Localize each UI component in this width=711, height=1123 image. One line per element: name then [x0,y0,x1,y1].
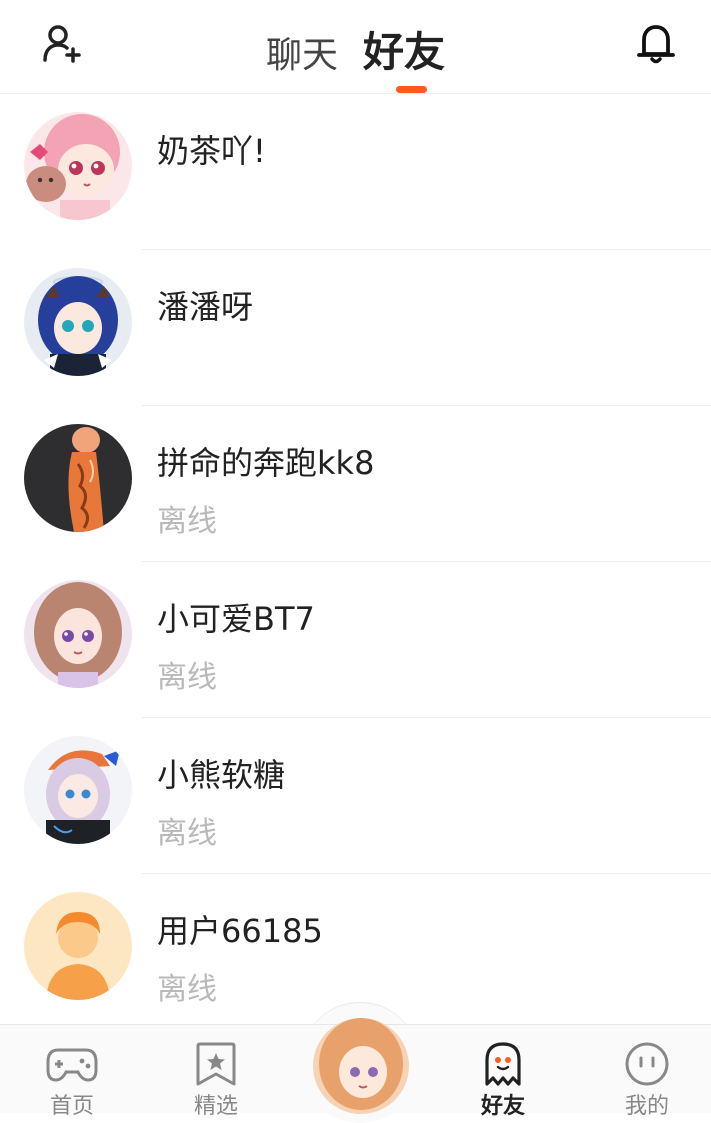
friend-status: 离线 [157,504,217,539]
bell-icon [637,25,675,64]
brown-hair-girl-avatar [24,580,132,688]
notifications-button[interactable] [630,18,682,70]
friend-name: 拼命的奔跑kk8 [157,444,375,482]
avatar [24,892,132,1000]
friend-name: 奶茶吖! [157,132,266,170]
friend-status: 离线 [157,972,217,1007]
friend-list: 奶茶吖! 潘潘呀 拼命的奔跑kk8 离线 小可爱BT7 离线 小熊软糖 离线 用… [0,94,711,1030]
friend-item[interactable]: 拼命的奔跑kk8 离线 [0,406,711,562]
nav-label: 精选 [193,1094,238,1119]
top-header: 聊天 好友 [0,0,711,94]
friend-name: 小熊软糖 [157,756,286,794]
avatar [24,580,132,688]
nav-center-avatar-button[interactable] [313,1018,409,1114]
ghost-icon [485,1042,521,1086]
tab-chat[interactable]: 聊天 [266,26,338,78]
avatar [24,424,132,532]
friend-name: 潘潘呀 [157,288,254,326]
cap-girl-avatar [24,736,132,844]
nav-item-friends[interactable]: 好友 [453,1040,553,1120]
friend-status: 离线 [157,816,217,851]
orange-figure-avatar [24,424,132,532]
friend-name: 用户66185 [157,912,323,950]
avatar [24,736,132,844]
avatar [24,268,132,376]
smiley-face-icon [625,1042,669,1086]
tab-friends[interactable]: 好友 [363,18,445,78]
star-bookmark-icon [196,1042,236,1086]
nav-item-featured[interactable]: 精选 [166,1040,266,1120]
nav-label: 好友 [480,1094,525,1119]
gamepad-icon [46,1048,98,1082]
friend-name: 小可爱BT7 [157,600,315,638]
friend-item[interactable]: 小可爱BT7 离线 [0,562,711,718]
nav-label: 我的 [624,1094,669,1119]
pink-hair-anime-avatar [24,112,132,220]
nav-item-me[interactable]: 我的 [597,1040,697,1120]
nav-label: 首页 [49,1094,94,1119]
avatar [24,112,132,220]
header-tabs: 聊天 好友 [0,18,711,78]
blue-hair-anime-avatar [24,268,132,376]
center-avatar [313,1018,409,1114]
friend-item[interactable]: 小熊软糖 离线 [0,718,711,874]
nav-item-home[interactable]: 首页 [22,1040,122,1120]
friend-item[interactable]: 潘潘呀 [0,250,711,406]
default-user-avatar [24,892,132,1000]
friend-item[interactable]: 奶茶吖! [0,94,711,250]
friend-status: 离线 [157,660,217,695]
active-tab-indicator [396,86,427,93]
